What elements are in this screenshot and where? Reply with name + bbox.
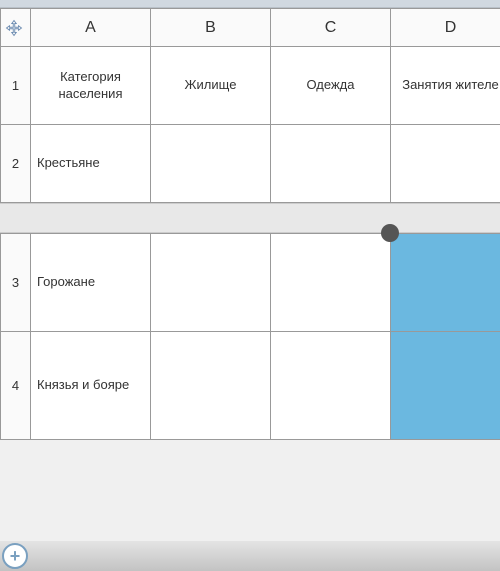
row-header-3[interactable]: 3 — [1, 234, 31, 332]
separator-gap — [0, 203, 500, 233]
table-row: 4 Князья и бояре — [1, 332, 500, 440]
table-row: 1 Категория населения Жилище Одежда Заня… — [1, 47, 500, 125]
cell-c2[interactable] — [271, 125, 391, 203]
select-all-corner[interactable] — [1, 9, 31, 47]
cell-a1[interactable]: Категория населения — [31, 47, 151, 125]
table-row: 2 Крестьяне — [1, 125, 500, 203]
cell-a4[interactable]: Князья и бояре — [31, 332, 151, 440]
selection-handle[interactable] — [381, 224, 399, 242]
column-header-row: A B C D — [1, 9, 500, 47]
column-header-b[interactable]: B — [151, 9, 271, 47]
cell-d1[interactable]: Занятия жителе — [391, 47, 500, 125]
cell-a2[interactable]: Крестьяне — [31, 125, 151, 203]
grid-bottom: 3 Горожане 4 Князья и бояре — [0, 233, 500, 440]
row-header-1[interactable]: 1 — [1, 47, 31, 125]
table-row: 3 Горожане — [1, 234, 500, 332]
row-header-2[interactable]: 2 — [1, 125, 31, 203]
cell-b1[interactable]: Жилище — [151, 47, 271, 125]
add-button[interactable]: + — [2, 543, 28, 569]
cell-c1[interactable]: Одежда — [271, 47, 391, 125]
cell-b4[interactable] — [151, 332, 271, 440]
grid-top: A B C D 1 Категория населения Жилище Оде… — [0, 8, 500, 203]
spreadsheet-bottom: 3 Горожане 4 Князья и бояре — [0, 233, 500, 440]
column-header-c[interactable]: C — [271, 9, 391, 47]
bottom-bar — [0, 541, 500, 571]
plus-icon: + — [10, 546, 21, 567]
column-header-d[interactable]: D — [391, 9, 500, 47]
row-header-4[interactable]: 4 — [1, 332, 31, 440]
top-bar — [0, 0, 500, 8]
cell-d2[interactable] — [391, 125, 500, 203]
column-header-a[interactable]: A — [31, 9, 151, 47]
cell-b3[interactable] — [151, 234, 271, 332]
cell-c3[interactable] — [271, 234, 391, 332]
cell-a3[interactable]: Горожане — [31, 234, 151, 332]
move-icon — [5, 19, 23, 37]
cell-d3[interactable] — [391, 234, 500, 332]
cell-d4[interactable] — [391, 332, 500, 440]
spreadsheet-top: A B C D 1 Категория населения Жилище Оде… — [0, 8, 500, 203]
cell-c4[interactable] — [271, 332, 391, 440]
cell-b2[interactable] — [151, 125, 271, 203]
